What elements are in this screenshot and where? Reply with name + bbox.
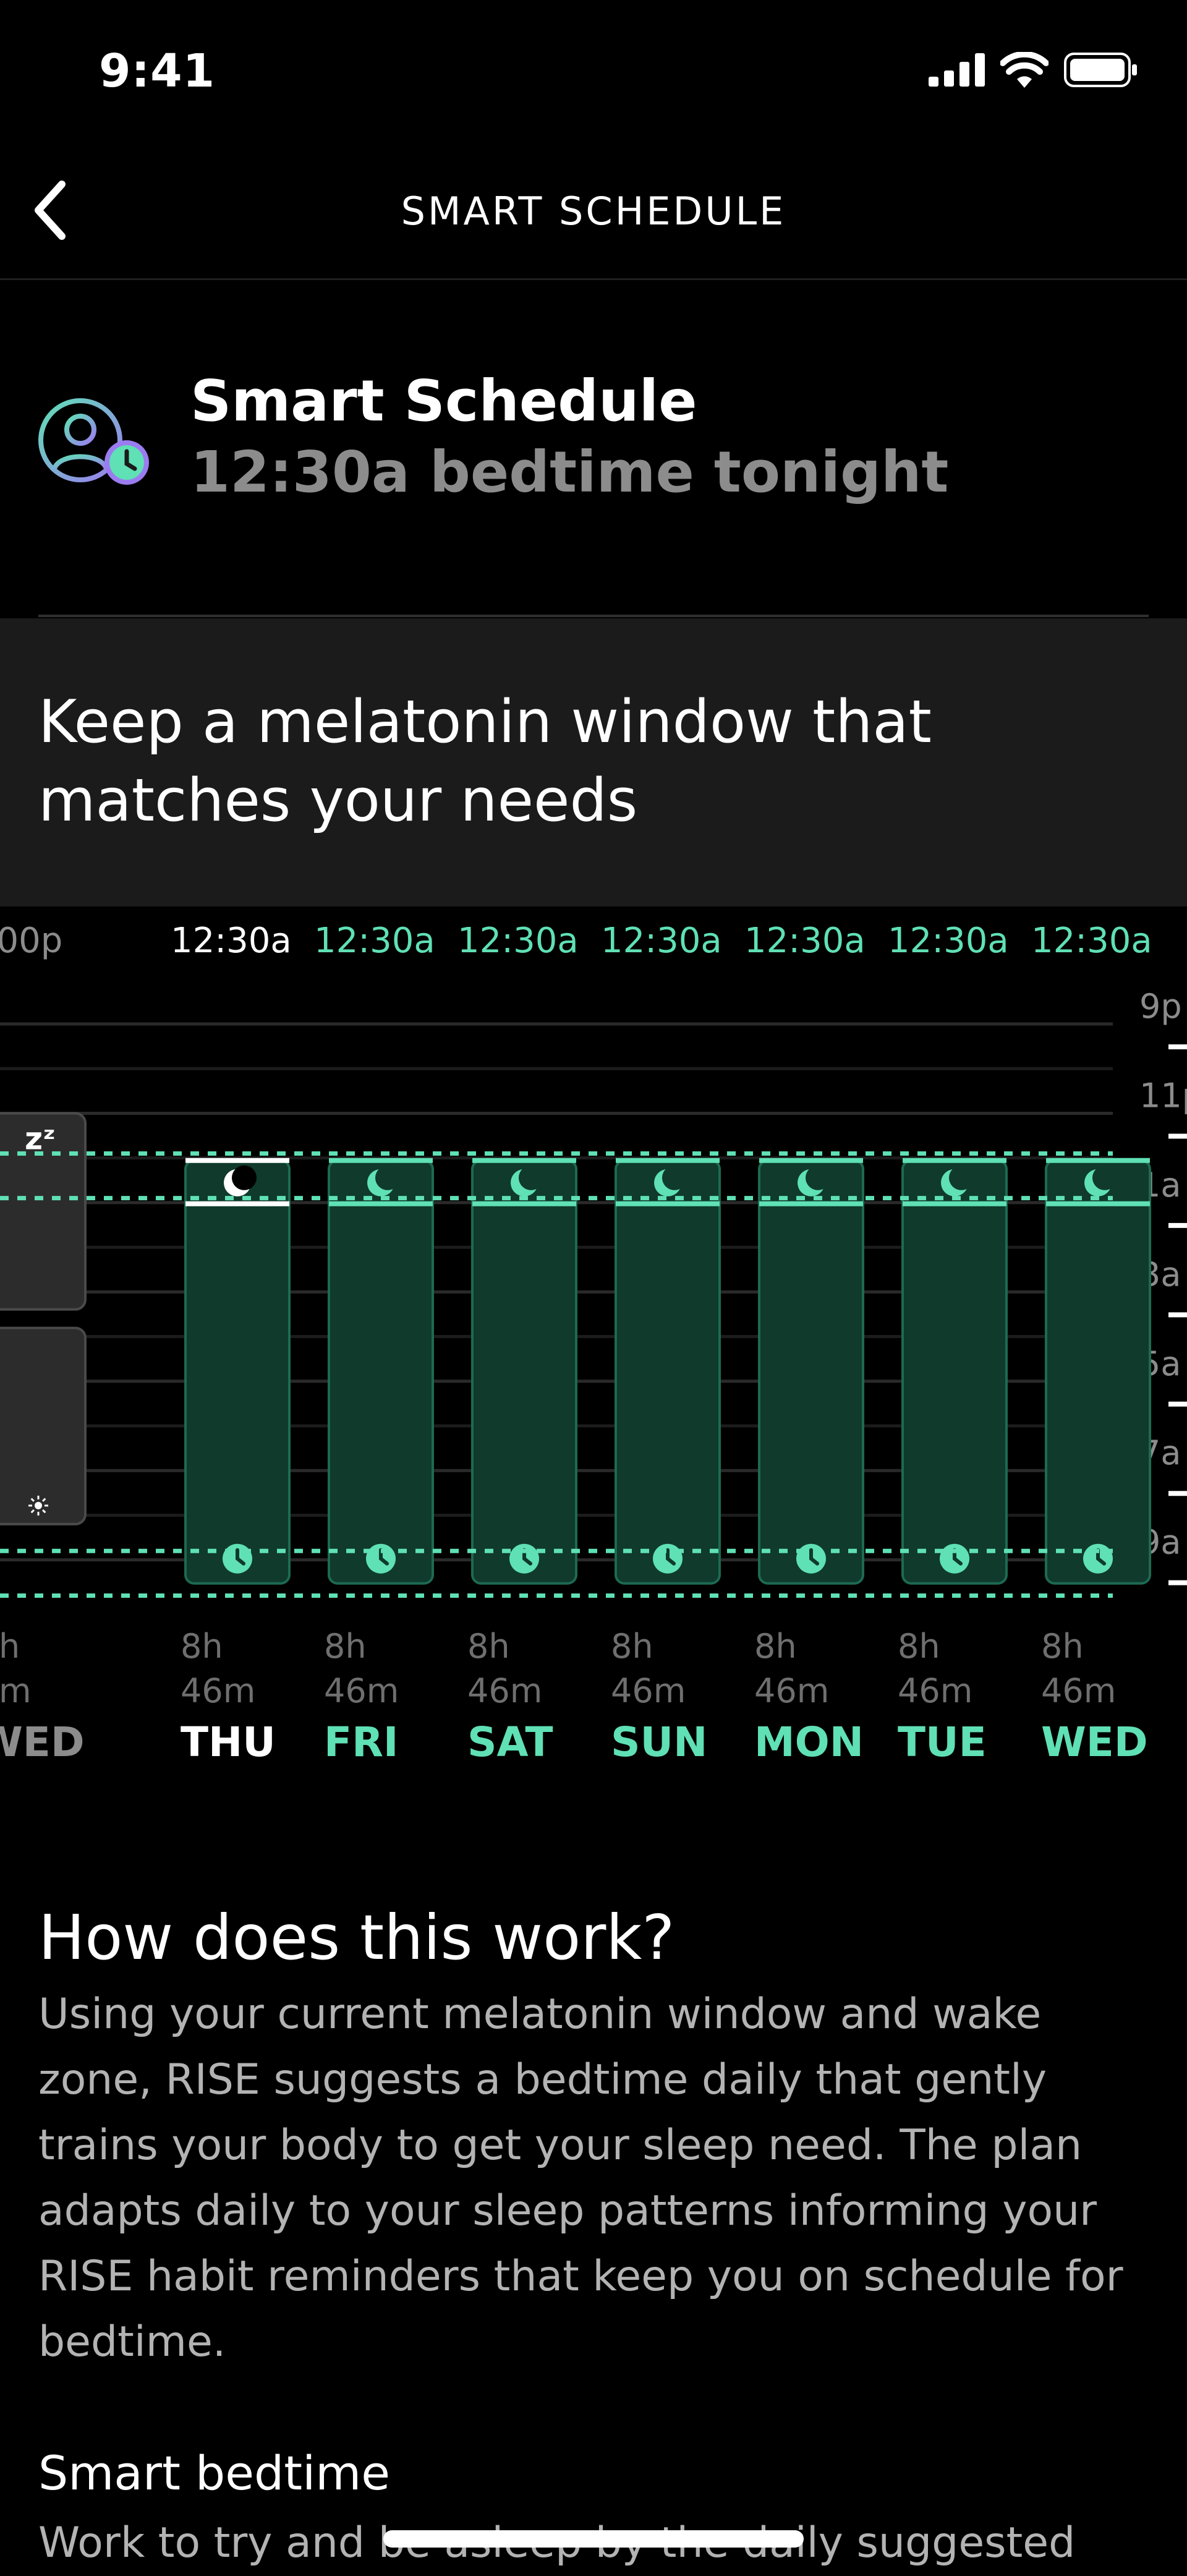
battery-icon bbox=[1064, 53, 1137, 87]
duration-label: 8h bbox=[467, 1627, 510, 1666]
cellular-signal-icon bbox=[929, 53, 985, 87]
duration-label: 8h bbox=[611, 1627, 653, 1666]
bedtime-label: 12:30a bbox=[601, 921, 722, 961]
page-title: Smart Schedule bbox=[190, 368, 697, 434]
bedtime-label: 12:30a bbox=[457, 921, 579, 961]
sleep-bar bbox=[615, 1159, 721, 1585]
bedtime-label: 12:30a bbox=[888, 921, 1009, 961]
day-label: WED bbox=[0, 1718, 85, 1766]
clock-icon bbox=[366, 1543, 396, 1574]
how-body: Using your current melatonin window and … bbox=[38, 1990, 1123, 2366]
sun-icon bbox=[28, 1495, 48, 1516]
past-wake-bar bbox=[0, 1326, 87, 1525]
zzz-icon: zᶻ bbox=[25, 1120, 56, 1156]
bedtime-label: 12:30a bbox=[1031, 921, 1152, 961]
duration-label: 8h bbox=[898, 1627, 940, 1666]
clock-icon bbox=[1083, 1543, 1113, 1574]
bedtime-label: 12:30a bbox=[171, 921, 292, 961]
status-icons bbox=[929, 52, 1138, 88]
sleep-schedule-chart: 9p11p1a3a5a7a9a1:00p12:30a12:30a12:30a12… bbox=[0, 921, 1187, 1766]
day-label: THU bbox=[181, 1718, 276, 1766]
bedtime-subtitle: 12:30a bedtime tonight bbox=[190, 439, 949, 505]
sleep-bar bbox=[901, 1159, 1008, 1585]
duration-label: 46m bbox=[611, 1671, 686, 1710]
duration-label: 8h bbox=[324, 1627, 367, 1666]
sleep-bar bbox=[1045, 1159, 1151, 1585]
smart-schedule-icon bbox=[37, 396, 155, 495]
duration-label: 46m bbox=[467, 1671, 542, 1710]
how-title: How does this work? bbox=[38, 1901, 675, 1974]
day-label: SUN bbox=[611, 1718, 707, 1766]
duration-label: 46m bbox=[181, 1671, 255, 1710]
clock-icon bbox=[653, 1543, 683, 1574]
bedtime-label: 12:30a bbox=[744, 921, 866, 961]
clock-icon bbox=[796, 1543, 826, 1574]
day-label: WED bbox=[1041, 1718, 1148, 1766]
panel-text: Keep a melatonin window that matches you… bbox=[38, 688, 932, 835]
day-label: MON bbox=[754, 1718, 864, 1766]
duration-label: 8h bbox=[1041, 1627, 1084, 1666]
sleep-bar bbox=[184, 1159, 291, 1585]
clock-icon bbox=[940, 1543, 969, 1574]
smart-bedtime-title: Smart bedtime bbox=[38, 2446, 390, 2501]
day-label: TUE bbox=[898, 1718, 987, 1766]
day-label: SAT bbox=[467, 1718, 553, 1766]
duration-label: 8h bbox=[181, 1627, 223, 1666]
sleep-bar bbox=[328, 1159, 434, 1585]
clock-icon bbox=[509, 1543, 539, 1574]
clock-icon bbox=[223, 1543, 252, 1574]
y-tick-label: 11p bbox=[1139, 1076, 1187, 1115]
y-tick-label: 9p bbox=[1139, 987, 1182, 1026]
home-indicator[interactable] bbox=[383, 2530, 804, 2548]
status-time: 9:41 bbox=[99, 45, 216, 98]
duration-label: m bbox=[0, 1671, 32, 1710]
bedtime-label: 12:30a bbox=[314, 921, 435, 961]
wifi-icon bbox=[1000, 52, 1049, 88]
nav-divider bbox=[0, 278, 1187, 280]
duration-label: h bbox=[0, 1627, 20, 1666]
duration-label: 8h bbox=[754, 1627, 797, 1666]
header-divider bbox=[38, 615, 1149, 617]
duration-label: 46m bbox=[898, 1671, 972, 1710]
bedtime-label: 1:00p bbox=[0, 921, 62, 961]
duration-label: 46m bbox=[1041, 1671, 1116, 1710]
nav-title: SMART SCHEDULE bbox=[401, 189, 786, 234]
sleep-bar bbox=[758, 1159, 864, 1585]
sleep-bar bbox=[471, 1159, 577, 1585]
day-label: FRI bbox=[324, 1718, 398, 1766]
duration-label: 46m bbox=[324, 1671, 399, 1710]
duration-label: 46m bbox=[754, 1671, 829, 1710]
